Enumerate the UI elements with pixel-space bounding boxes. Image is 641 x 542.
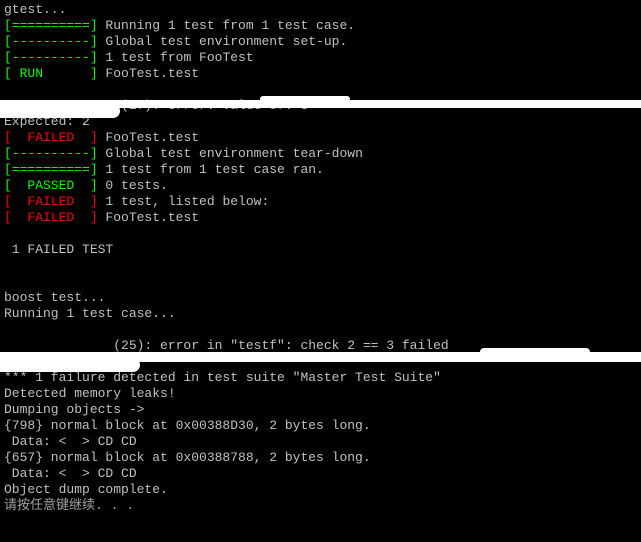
sep-icon: [----------] <box>4 50 98 65</box>
gtest-passed: [ PASSED ] 0 tests. <box>4 178 637 194</box>
blank <box>4 226 637 242</box>
gtest-failed-2: [ FAILED ] 1 test, listed below: <box>4 194 637 210</box>
text: (25): error in "testf": check 2 == 3 fai… <box>113 338 448 353</box>
redaction-blob-2b <box>0 358 140 372</box>
gtest-run-test: [ RUN ] FooTest.test <box>4 66 637 82</box>
sep-icon: [----------] <box>4 34 98 49</box>
blank <box>4 274 637 290</box>
text: Running 1 test from 1 test case. <box>98 18 355 33</box>
boost-block1: {798} normal block at 0x00388D30, 2 byte… <box>4 418 637 434</box>
boost-block2: {657} normal block at 0x00388788, 2 byte… <box>4 450 637 466</box>
terminal-output: gtest... [==========] Running 1 test fro… <box>4 2 637 514</box>
run-label: [ RUN ] <box>4 66 98 81</box>
gtest-ran: [==========] 1 test from 1 test case ran… <box>4 162 637 178</box>
gtest-suite: [----------] 1 test from FooTest <box>4 50 637 66</box>
redaction-blob-1c <box>260 96 350 102</box>
boost-header: boost test... <box>4 290 637 306</box>
text: FooTest.test <box>98 130 199 145</box>
gtest-running: [==========] Running 1 test from 1 test … <box>4 18 637 34</box>
failed-label: [ FAILED ] <box>4 210 98 225</box>
text: 0 tests. <box>98 178 168 193</box>
text: Global test environment set-up. <box>98 34 348 49</box>
failed-label: [ FAILED ] <box>4 130 98 145</box>
boost-dumping: Dumping objects -> <box>4 402 637 418</box>
blank <box>4 258 637 274</box>
sep-icon: [==========] <box>4 18 98 33</box>
sep-icon: [----------] <box>4 146 98 161</box>
gtest-failed-3: [ FAILED ] FooTest.test <box>4 210 637 226</box>
redaction-blob-1b <box>0 104 120 118</box>
redaction-blob-2c <box>480 348 590 356</box>
text: Global test environment tear-down <box>98 146 363 161</box>
press-any-key-prompt[interactable]: 请按任意键继续. . . <box>4 498 637 514</box>
failed-label: [ FAILED ] <box>4 194 98 209</box>
text: 1 test from FooTest <box>98 50 254 65</box>
passed-label: [ PASSED ] <box>4 178 98 193</box>
gtest-failed-1: [ FAILED ] FooTest.test <box>4 130 637 146</box>
gtest-summary: 1 FAILED TEST <box>4 242 637 258</box>
gtest-env-teardown: [----------] Global test environment tea… <box>4 146 637 162</box>
text: 1 test, listed below: <box>98 194 270 209</box>
boost-data1: Data: < > CD CD <box>4 434 637 450</box>
text: 1 test from 1 test case ran. <box>98 162 324 177</box>
sep-icon: [==========] <box>4 162 98 177</box>
boost-data2: Data: < > CD CD <box>4 466 637 482</box>
boost-running: Running 1 test case... <box>4 306 637 322</box>
text: FooTest.test <box>98 210 199 225</box>
text: FooTest.test <box>98 66 199 81</box>
gtest-header: gtest... <box>4 2 637 18</box>
boost-leaks: Detected memory leaks! <box>4 386 637 402</box>
boost-complete: Object dump complete. <box>4 482 637 498</box>
blank <box>4 322 637 338</box>
gtest-env-setup: [----------] Global test environment set… <box>4 34 637 50</box>
boost-failure: *** 1 failure detected in test suite "Ma… <box>4 370 637 386</box>
